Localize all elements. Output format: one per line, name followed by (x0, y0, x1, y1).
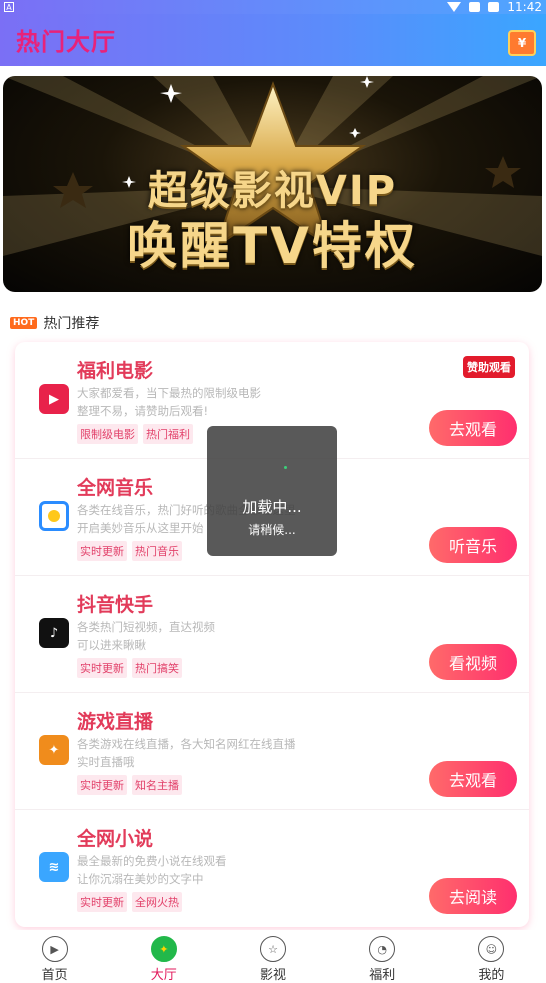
list-item-gamelive[interactable]: ✦ 游戏直播 各类游戏在线直播，各大知名网红在线直播 实时直播哦 实时更新 知名… (15, 693, 529, 810)
play-icon: ▶ (41, 936, 68, 962)
section-title: 热门推荐 (43, 316, 100, 332)
item-title: 福利电影 (77, 360, 154, 382)
item-tag: 热门福利 (143, 424, 193, 444)
item-title: 全网音乐 (77, 477, 154, 499)
loading-spinner-icon (284, 466, 287, 469)
item-desc: 开启美妙音乐从这里开始 (77, 521, 204, 535)
item-tag: 实时更新 (77, 658, 127, 678)
game-logo-icon: ✦ (39, 735, 69, 765)
item-tag: 实时更新 (77, 541, 127, 561)
tab-label: 我的 (478, 968, 505, 983)
item-tag: 热门音乐 (132, 541, 182, 561)
item-tag: 实时更新 (77, 892, 127, 912)
page-title: 热门大厅 (16, 28, 116, 56)
movie-logo-icon: ▶ (39, 384, 69, 414)
status-bar: A 11:42 (0, 0, 546, 14)
item-desc: 整理不易，请赞助后观看! (77, 404, 209, 418)
notification-icon: A (4, 2, 14, 12)
list-item-novel[interactable]: ≋ 全网小说 最全最新的免费小说在线观看 让你沉溺在美妙的文字中 实时更新 全网… (15, 810, 529, 927)
item-tag: 热门搞笑 (132, 658, 182, 678)
item-tag: 限制级电影 (77, 424, 138, 444)
tab-label: 首页 (41, 968, 68, 983)
loading-toast: 加载中... 请稍候... (207, 426, 337, 556)
sponsor-badge: 赞助观看 (463, 356, 515, 378)
item-desc: 可以进来瞅瞅 (77, 638, 146, 652)
wifi-icon (447, 2, 462, 12)
view-video-button[interactable]: 看视频 (429, 644, 517, 680)
battery-icon (488, 2, 500, 12)
medal-icon: ☆ (260, 936, 286, 962)
item-desc: 大家都爱看，当下最热的限制级电影 (77, 386, 261, 400)
watch-live-button[interactable]: 去观看 (429, 761, 517, 797)
compass-icon: ✦ (150, 936, 177, 962)
section-header: HOT 热门推荐 (10, 313, 99, 333)
tab-label: 福利 (369, 968, 396, 983)
tiktok-logo-icon: ♪ (39, 618, 69, 648)
bottom-tab-bar: ▶ 首页 ✦ 大厅 ☆ 影视 ◔ 福利 ☺ 我的 (0, 930, 546, 983)
smile-icon: ☺ (478, 936, 505, 962)
tab-home[interactable]: ▶ 首页 (0, 930, 109, 983)
hot-badge: HOT (10, 317, 38, 329)
item-tag: 知名主播 (132, 775, 182, 795)
item-desc: 让你沉溺在美妙的文字中 (77, 872, 204, 886)
music-logo-icon (39, 501, 69, 531)
listen-button[interactable]: 听音乐 (429, 527, 517, 563)
pacman-icon: ◔ (369, 936, 396, 962)
tab-hall[interactable]: ✦ 大厅 (109, 930, 218, 983)
item-title: 游戏直播 (77, 711, 154, 733)
item-title: 全网小说 (77, 828, 154, 850)
signal-icon (469, 2, 481, 12)
vip-banner[interactable]: 超级影视VIP 唤醒TV特权 (3, 76, 542, 292)
tab-video[interactable]: ☆ 影视 (218, 930, 327, 983)
gift-icon[interactable]: ¥ (508, 30, 536, 56)
tab-welfare[interactable]: ◔ 福利 (328, 930, 437, 983)
tab-mine[interactable]: ☺ 我的 (437, 930, 546, 983)
status-time: 11:42 (507, 0, 542, 14)
item-title: 抖音快手 (77, 594, 154, 616)
item-desc: 各类游戏在线直播，各大知名网红在线直播 (77, 737, 296, 751)
item-desc: 最全最新的免费小说在线观看 (77, 854, 227, 868)
tab-label: 影视 (260, 968, 287, 983)
book-logo-icon: ≋ (39, 852, 69, 882)
list-item-shortvideo[interactable]: ♪ 抖音快手 各类热门短视频，直达视频 可以进来瞅瞅 实时更新 热门搞笑 看视频 (15, 576, 529, 693)
item-tag: 实时更新 (77, 775, 127, 795)
loading-text: 加载中... (242, 498, 302, 516)
tab-label: 大厅 (150, 968, 177, 983)
item-desc: 实时直播哦 (77, 755, 135, 769)
item-desc: 各类热门短视频，直达视频 (77, 620, 215, 634)
read-button[interactable]: 去阅读 (429, 878, 517, 914)
item-tag: 全网火热 (132, 892, 182, 912)
banner-line2: 唤醒TV特权 (127, 217, 418, 275)
loading-subtext: 请稍候... (248, 523, 296, 537)
watch-button[interactable]: 去观看 (429, 410, 517, 446)
app-header: 热门大厅 ¥ (0, 14, 546, 66)
